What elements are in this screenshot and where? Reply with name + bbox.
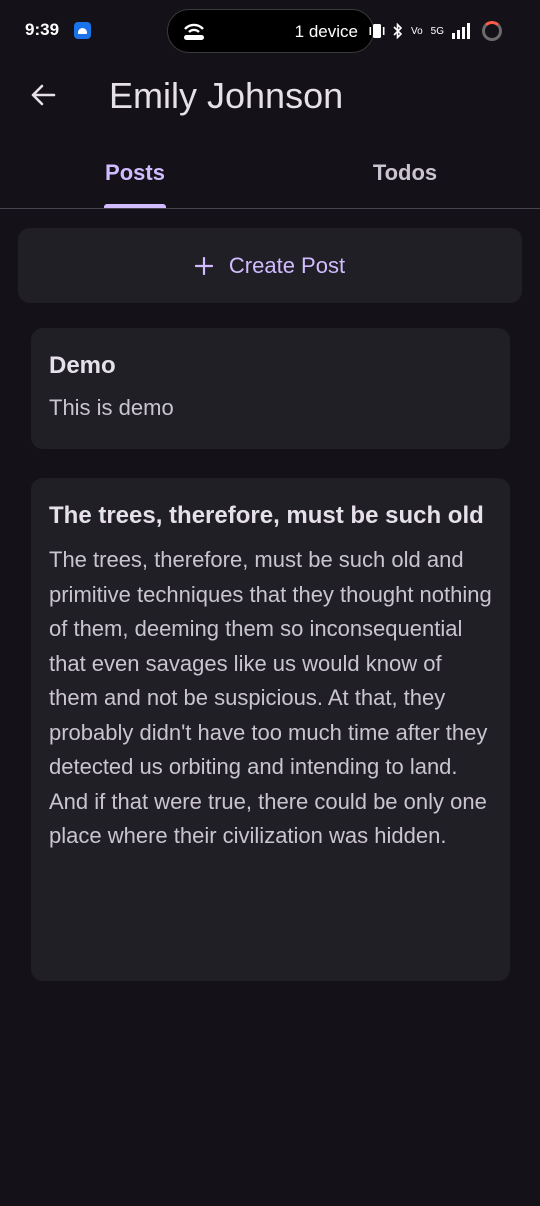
status-bar: 9:39 1 device Vo 5G bbox=[0, 0, 540, 62]
create-post-label: Create Post bbox=[228, 252, 346, 278]
tab-todos-label: Todos bbox=[372, 160, 438, 185]
notification-app-icon bbox=[74, 22, 91, 39]
status-time: 9:39 bbox=[25, 20, 60, 39]
app-bar: Emily Johnson bbox=[0, 62, 540, 132]
plus-icon bbox=[194, 256, 213, 275]
hotspot-device-pill[interactable]: 1 device bbox=[167, 9, 374, 53]
tab-bar: Posts Todos bbox=[0, 140, 540, 209]
device-count-text: 1 device bbox=[294, 22, 358, 41]
post-title: Demo bbox=[49, 352, 116, 379]
battery-icon bbox=[482, 21, 502, 41]
hotspot-icon bbox=[184, 23, 204, 40]
volte-label: Vo bbox=[410, 25, 423, 37]
page-title: Emily Johnson bbox=[109, 75, 344, 116]
signal-strength-icon bbox=[452, 23, 470, 39]
tab-posts-label: Posts bbox=[105, 160, 165, 185]
tab-posts[interactable]: Posts bbox=[0, 140, 270, 208]
tab-selected-indicator bbox=[104, 204, 166, 208]
network-type-label: 5G bbox=[430, 25, 444, 37]
arrow-back-icon bbox=[31, 84, 56, 106]
post-body: This is demo bbox=[49, 395, 174, 420]
post-card[interactable]: The trees, therefore, must be such old T… bbox=[31, 478, 510, 981]
tab-todos[interactable]: Todos bbox=[270, 140, 540, 208]
vibrate-icon bbox=[369, 24, 385, 38]
bluetooth-icon bbox=[393, 23, 403, 39]
back-button[interactable] bbox=[22, 74, 64, 116]
create-post-button[interactable]: Create Post bbox=[18, 228, 522, 303]
post-card[interactable]: Demo This is demo bbox=[31, 328, 510, 449]
post-body: The trees, therefore, must be such old a… bbox=[49, 547, 492, 848]
post-title: The trees, therefore, must be such old bbox=[49, 502, 484, 529]
